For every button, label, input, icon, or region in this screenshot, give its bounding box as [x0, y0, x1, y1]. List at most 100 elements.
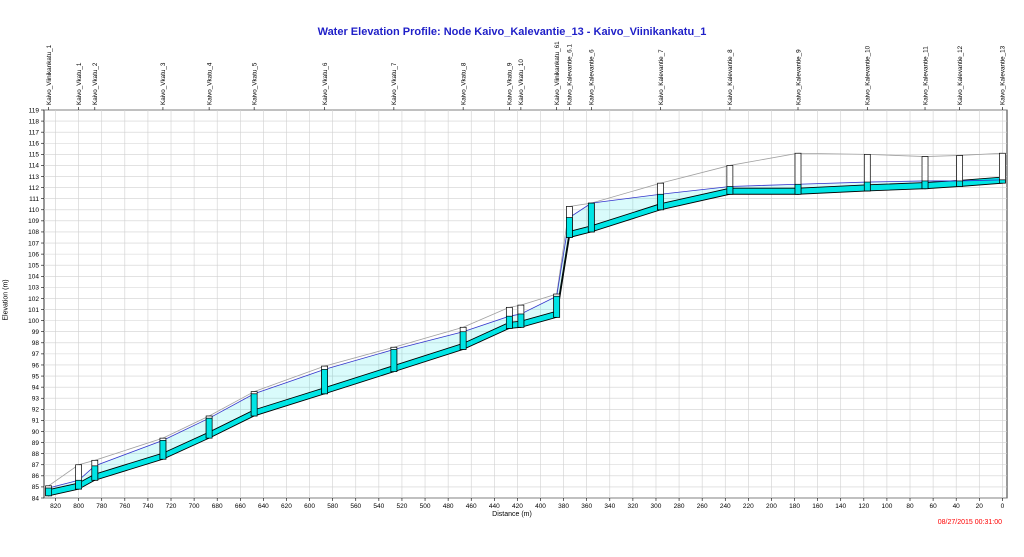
manhole-water-level: [505, 315, 513, 329]
x-tick-label: 680: [212, 503, 223, 510]
y-tick-label: 116: [29, 141, 40, 148]
node-label: Kaivo_Kalevantie_7: [658, 49, 665, 105]
manhole-water-level: [91, 465, 99, 481]
x-tick-label: 620: [281, 503, 292, 510]
y-tick-label: 107: [28, 240, 39, 247]
x-tick-label: 20: [976, 503, 984, 510]
x-tick-label: 480: [443, 503, 454, 510]
x-tick-label: 180: [789, 503, 800, 510]
x-tick-label: 500: [420, 503, 431, 510]
y-tick-label: 93: [32, 396, 40, 403]
manhole-water-level: [566, 217, 573, 238]
node-label: Kaivo_Vkatu_6: [322, 62, 329, 105]
manhole-node: [999, 152, 1006, 184]
x-tick-label: 580: [327, 503, 338, 510]
y-tick-label: 105: [28, 263, 39, 270]
manhole-water-level: [553, 295, 561, 318]
y-tick-label: 108: [28, 229, 39, 236]
y-tick-label: 109: [28, 218, 39, 225]
x-axis-label: Distance (m): [492, 511, 532, 518]
y-tick-label: 98: [32, 340, 40, 347]
node-label: Kaivo_Vkatu_2: [92, 62, 99, 105]
manhole-water-level: [956, 180, 964, 187]
manhole-water-level: [459, 331, 467, 350]
y-tick-label: 99: [32, 329, 40, 336]
y-tick-label: 111: [29, 196, 39, 203]
manhole-water-level: [75, 479, 82, 490]
manhole-water-level: [657, 193, 664, 211]
y-tick-label: 95: [32, 373, 40, 380]
pipe-segment: [729, 187, 799, 195]
x-tick-label: 740: [142, 503, 153, 510]
x-tick-label: 60: [929, 503, 937, 510]
x-tick-label: 340: [604, 503, 615, 510]
y-tick-label: 90: [32, 429, 40, 436]
x-tick-label: 820: [50, 503, 61, 510]
x-tick-label: 560: [350, 503, 361, 510]
profile-chart: 84 85 86 87 88 89 90 91 92 93 94 95 96 97 98 99 100 101 10…: [28, 41, 1008, 510]
x-tick-label: 660: [235, 503, 246, 510]
y-tick-label: 86: [32, 473, 40, 480]
manhole-water-level: [587, 202, 595, 233]
manhole-water-level: [390, 349, 398, 372]
timestamp-label: 08/27/2015 00:31:00: [937, 519, 1002, 526]
y-tick-label: 102: [28, 296, 39, 303]
x-tick-label: 360: [581, 503, 592, 510]
manhole-water-level: [517, 313, 525, 328]
x-tick-label: 120: [858, 503, 869, 510]
manhole-water-level: [863, 181, 871, 192]
manhole-water-level: [250, 393, 258, 417]
y-tick-label: 113: [29, 174, 40, 181]
manhole-water-level: [45, 487, 52, 497]
x-tick-label: 760: [119, 503, 130, 510]
node-label: Kaivo_Kalevantie_6: [589, 49, 596, 105]
y-tick-label: 104: [28, 274, 39, 281]
node-label: Kaivo_Kalevantie_11: [922, 46, 929, 105]
node-label: Kaivo_Vkatu_5: [251, 62, 258, 105]
x-tick-label: 420: [512, 503, 523, 510]
node-label: Kaivo_Vkatu_7: [391, 62, 398, 105]
node-label: Kaivo_Viinikankatu_1: [46, 44, 53, 105]
x-tick-label: 440: [489, 503, 500, 510]
x-tick-label: 140: [835, 503, 846, 510]
y-tick-label: 100: [28, 318, 39, 325]
node-label: Kaivo_Viinikankatu_61: [554, 41, 561, 105]
y-tick-label: 85: [32, 484, 40, 491]
manhole-water-level: [159, 440, 167, 460]
profile-plot-window: Water Elevation Profile: Node Kaivo_Kale…: [0, 0, 1024, 557]
y-tick-label: 119: [29, 107, 40, 114]
y-tick-label: 88: [32, 451, 40, 458]
x-tick-label: 720: [166, 503, 177, 510]
manhole-water-level: [205, 417, 213, 439]
node-label: Kaivo_Kalevantie_6.1: [567, 44, 574, 105]
x-tick-label: 160: [812, 503, 823, 510]
y-tick-label: 118: [29, 118, 40, 125]
x-tick-label: 200: [766, 503, 777, 510]
node-label: Kaivo_Kalevantie_8: [727, 49, 734, 105]
x-tick-label: 700: [189, 503, 200, 510]
node-label: Kaivo_Vkatu_8: [460, 62, 467, 105]
y-tick-label: 96: [32, 362, 40, 369]
x-tick-label: 600: [304, 503, 315, 510]
y-tick-label: 94: [32, 384, 40, 391]
y-tick-label: 92: [32, 407, 40, 414]
manhole-water-level: [921, 180, 929, 190]
x-tick-label: 320: [627, 503, 638, 510]
x-tick-label: 540: [373, 503, 384, 510]
x-tick-label: 400: [535, 503, 546, 510]
x-tick-label: 40: [953, 503, 961, 510]
x-tick-label: 260: [697, 503, 708, 510]
x-tick-label: 300: [651, 503, 662, 510]
node-label: Kaivo_Vkatu_10: [518, 59, 525, 105]
y-tick-label: 101: [28, 307, 39, 314]
node-label: Kaivo_Vkatu_3: [160, 62, 167, 105]
y-tick-label: 103: [28, 285, 39, 292]
x-tick-label: 800: [73, 503, 84, 510]
y-tick-label: 84: [32, 495, 40, 502]
y-tick-label: 114: [29, 163, 40, 170]
manhole-water-level: [794, 183, 802, 195]
y-tick-label: 110: [29, 207, 40, 214]
y-tick-label: 89: [32, 440, 40, 447]
node-label: Kaivo_Vkatu_9: [507, 62, 514, 105]
node-label: Kaivo_Kalevantie_10: [865, 45, 872, 105]
